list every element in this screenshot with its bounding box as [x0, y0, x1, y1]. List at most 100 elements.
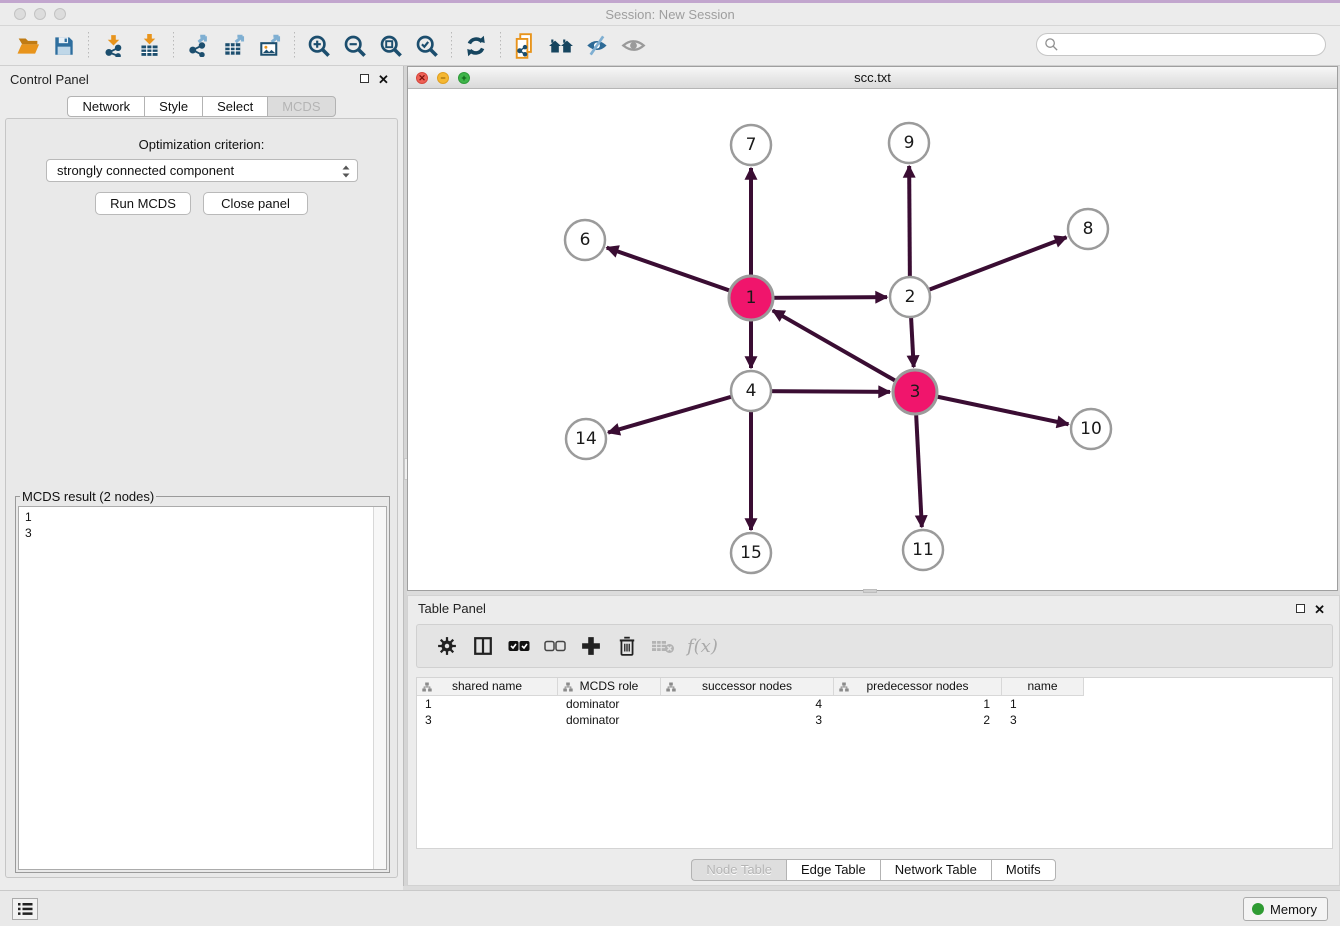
search-input[interactable] — [1036, 33, 1326, 56]
tab-network[interactable]: Network — [67, 96, 144, 117]
graph-node-label: 3 — [910, 382, 921, 402]
delete-column-button[interactable] — [609, 629, 645, 663]
graph-node-label: 11 — [912, 540, 934, 560]
refresh-icon — [464, 34, 488, 58]
table-cell[interactable]: 1 — [834, 696, 1002, 712]
show-eye-button[interactable] — [615, 30, 651, 62]
import-network-button[interactable] — [95, 30, 131, 62]
hide-eye-button[interactable] — [579, 30, 615, 62]
table-cell[interactable]: dominator — [558, 696, 661, 712]
graph-node-label: 2 — [905, 287, 916, 307]
memory-button[interactable]: Memory — [1243, 897, 1328, 921]
table-settings-button[interactable] — [429, 629, 465, 663]
toggle-column-panel-button[interactable] — [465, 629, 501, 663]
table-row[interactable]: 1dominator411 — [417, 696, 1084, 712]
export-network-icon — [187, 34, 210, 57]
function-builder-button[interactable]: f(x) — [687, 636, 718, 657]
table-cell[interactable]: 4 — [661, 696, 834, 712]
column-header-label: MCDS role — [580, 679, 639, 693]
graph-edge-4-14[interactable] — [608, 391, 751, 433]
export-table-button[interactable] — [216, 30, 252, 62]
zoom-in-button[interactable] — [301, 30, 337, 62]
graph-edge-3-10[interactable] — [915, 392, 1068, 424]
zoom-out-button[interactable] — [337, 30, 373, 62]
tab-edge-table[interactable]: Edge Table — [786, 859, 880, 881]
tab-style[interactable]: Style — [144, 96, 202, 117]
import-table-button[interactable] — [131, 30, 167, 62]
zoom-selected-button[interactable] — [409, 30, 445, 62]
network-maximize-icon[interactable]: + — [458, 72, 470, 84]
table-cell[interactable]: 3 — [417, 712, 558, 728]
window-close-icon[interactable] — [14, 8, 26, 20]
import-table-icon — [138, 34, 161, 57]
tab-select[interactable]: Select — [202, 96, 267, 117]
network-close-icon[interactable]: ✕ — [416, 72, 428, 84]
mcds-panel-body: Optimization criterion: strongly connect… — [5, 118, 398, 878]
network-view-window: ✕ − + scc.txt 7968124314101511 — [407, 66, 1338, 591]
task-history-button[interactable] — [12, 898, 38, 920]
table-cell[interactable]: dominator — [558, 712, 661, 728]
close-panel-icon[interactable]: ✕ — [378, 74, 389, 86]
table-cell[interactable]: 2 — [834, 712, 1002, 728]
table-toolbar: f(x) — [416, 624, 1333, 668]
network-minimize-icon[interactable]: − — [437, 72, 449, 84]
result-line: 1 — [25, 509, 386, 525]
select-all-button[interactable] — [501, 629, 537, 663]
table-row[interactable]: 3dominator323 — [417, 712, 1084, 728]
table-panel: Table Panel ✕ — [407, 595, 1340, 886]
table-cell[interactable]: 1 — [1002, 696, 1084, 712]
tab-motifs[interactable]: Motifs — [991, 859, 1056, 881]
select-stepper-icon — [340, 163, 352, 180]
network-window-titlebar[interactable]: ✕ − + scc.txt — [408, 67, 1337, 89]
export-image-icon — [259, 34, 282, 57]
list-icon — [17, 902, 33, 916]
export-table-icon — [223, 34, 246, 57]
mcds-result-textarea[interactable]: 1 3 — [18, 506, 387, 870]
network-canvas[interactable]: 7968124314101511 — [408, 89, 1337, 590]
float-panel-icon[interactable] — [360, 74, 369, 83]
open-file-button[interactable] — [10, 30, 46, 62]
criterion-select[interactable]: strongly connected component — [46, 159, 358, 182]
window-titlebar: Session: New Session — [0, 0, 1340, 26]
tab-network-table[interactable]: Network Table — [880, 859, 991, 881]
export-network-button[interactable] — [180, 30, 216, 62]
export-image-button[interactable] — [252, 30, 288, 62]
run-mcds-button[interactable]: Run MCDS — [95, 192, 191, 215]
close-panel-button[interactable]: Close panel — [203, 192, 308, 215]
delete-table-button[interactable] — [645, 629, 681, 663]
table-float-icon[interactable] — [1296, 604, 1305, 613]
table-cell[interactable]: 3 — [1002, 712, 1084, 728]
zoom-fit-button[interactable] — [373, 30, 409, 62]
create-column-button[interactable] — [573, 629, 609, 663]
column-header-MCDS-role[interactable]: MCDS role — [558, 678, 661, 696]
network-graph-svg: 7968124314101511 — [408, 89, 1337, 590]
refresh-button[interactable] — [458, 30, 494, 62]
clone-network-button[interactable] — [507, 30, 543, 62]
tab-node-table[interactable]: Node Table — [691, 859, 786, 881]
result-scrollbar[interactable] — [373, 507, 386, 869]
tab-mcds[interactable]: MCDS — [267, 96, 335, 117]
column-header-name[interactable]: name — [1002, 678, 1084, 696]
import-network-icon — [102, 34, 125, 57]
column-header-predecessor-nodes[interactable]: predecessor nodes — [834, 678, 1002, 696]
graph-edge-3-1[interactable] — [773, 310, 915, 392]
window-minimize-icon[interactable] — [34, 8, 46, 20]
window-zoom-icon[interactable] — [54, 8, 66, 20]
toolbar-separator — [500, 32, 501, 60]
homes-button[interactable] — [543, 30, 579, 62]
deselect-all-button[interactable] — [537, 629, 573, 663]
column-header-shared-name[interactable]: shared name — [417, 678, 558, 696]
table-cell[interactable]: 1 — [417, 696, 558, 712]
horizontal-divider-handle[interactable] — [863, 589, 877, 593]
gear-icon — [437, 636, 457, 656]
search-icon — [1044, 37, 1059, 52]
table-close-icon[interactable]: ✕ — [1314, 604, 1325, 616]
column-header-successor-nodes[interactable]: successor nodes — [661, 678, 834, 696]
graph-edge-2-8[interactable] — [910, 237, 1067, 297]
save-session-button[interactable] — [46, 30, 82, 62]
table-cell[interactable]: 3 — [661, 712, 834, 728]
column-header-label: shared name — [452, 679, 522, 693]
columns-icon — [473, 636, 493, 656]
delete-table-icon — [651, 638, 675, 654]
mcds-result-title: MCDS result (2 nodes) — [20, 489, 156, 504]
